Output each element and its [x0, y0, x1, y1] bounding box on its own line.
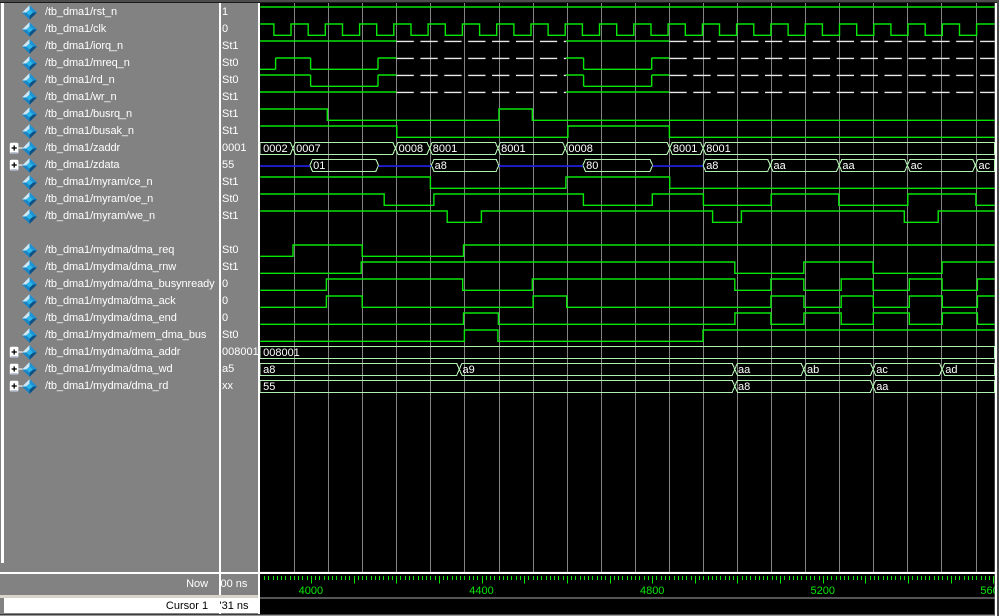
- svg-text:8001: 8001: [501, 143, 525, 155]
- svg-text:8001: 8001: [706, 143, 730, 155]
- svg-text:0002: 0002: [263, 143, 287, 155]
- svg-text:8001: 8001: [673, 143, 697, 155]
- svg-text:a8: a8: [706, 160, 718, 172]
- svg-text:a9: a9: [463, 364, 475, 376]
- svg-text:a8: a8: [435, 160, 447, 172]
- svg-text:ac: ac: [979, 160, 991, 172]
- svg-text:ac: ac: [911, 160, 923, 172]
- svg-text:aa: aa: [774, 160, 787, 172]
- svg-text:ac: ac: [876, 364, 888, 376]
- svg-text:008001: 008001: [263, 347, 300, 359]
- svg-text:aa: aa: [842, 160, 855, 172]
- svg-text:01: 01: [313, 160, 325, 172]
- svg-text:0007: 0007: [296, 143, 320, 155]
- svg-text:aa: aa: [738, 364, 751, 376]
- svg-text:5200: 5200: [811, 585, 835, 597]
- svg-text:aa: aa: [876, 381, 889, 393]
- svg-text:8001: 8001: [433, 143, 457, 155]
- svg-text:0008: 0008: [399, 143, 423, 155]
- svg-text:4400: 4400: [469, 585, 493, 597]
- svg-text:ad: ad: [945, 364, 957, 376]
- svg-text:55: 55: [263, 381, 275, 393]
- svg-text:ab: ab: [807, 364, 819, 376]
- svg-text:4000: 4000: [299, 585, 323, 597]
- svg-text:0008: 0008: [568, 143, 592, 155]
- svg-text:a8: a8: [738, 381, 750, 393]
- svg-text:80: 80: [586, 160, 598, 172]
- svg-text:4800: 4800: [640, 585, 664, 597]
- svg-text:a8: a8: [263, 364, 275, 376]
